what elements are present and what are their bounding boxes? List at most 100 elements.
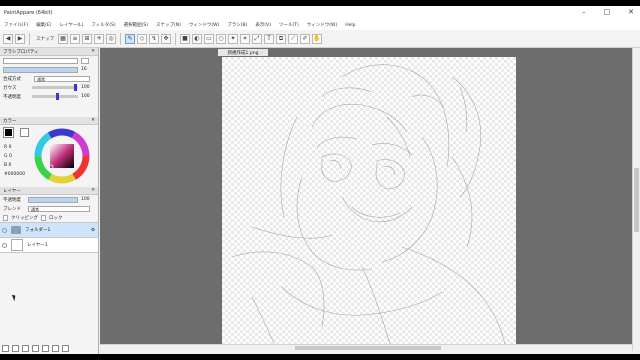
eye-icon[interactable]	[2, 242, 7, 248]
menu-filter[interactable]: フィルタ(S)	[91, 22, 115, 28]
divider	[29, 32, 30, 45]
blend-row: 合成方式 通常	[0, 74, 98, 83]
menu-tool[interactable]: ツール(T)	[279, 22, 299, 28]
brush-settings-icon[interactable]: ✐	[300, 33, 310, 44]
new-vector-layer-icon[interactable]	[12, 345, 19, 352]
fill-icon[interactable]: ■	[180, 33, 190, 44]
color-panel-header: カラー ✕	[0, 117, 98, 125]
color-wheel[interactable]	[34, 128, 90, 184]
drawing-canvas[interactable]	[222, 57, 516, 352]
new-layer-icon[interactable]	[2, 345, 9, 352]
clip-label: クリッピング	[11, 215, 38, 221]
horizontal-scroll-thumb[interactable]	[295, 346, 441, 350]
new-folder-icon[interactable]	[22, 345, 29, 352]
duplicate-layer-icon[interactable]	[52, 345, 59, 352]
menu-layer[interactable]: レイヤー(L)	[59, 22, 83, 28]
lock-label: ロック	[49, 215, 63, 221]
vertical-scroll-thumb[interactable]	[634, 168, 639, 232]
density-label: ガウス	[3, 85, 17, 91]
panel-close-icon[interactable]: ✕	[91, 188, 95, 193]
blend-select[interactable]: 通常	[34, 75, 90, 82]
menu-window[interactable]: ウィンドウ(W)	[189, 22, 219, 28]
vertical-scrollbar[interactable]	[632, 48, 640, 351]
hand-icon[interactable]: ✋	[312, 33, 322, 44]
maximize-button[interactable]: □	[604, 8, 611, 16]
select-rect-icon[interactable]: ▭	[204, 33, 214, 44]
wand-icon[interactable]: ✦	[228, 33, 238, 44]
layer-blend-select[interactable]: 通常	[28, 205, 90, 212]
snap-perspective-icon[interactable]: ⊞	[82, 33, 92, 44]
menu-window2[interactable]: ウィンドウ(W)	[307, 22, 337, 28]
eye-icon[interactable]	[2, 227, 7, 233]
merge-layer-icon[interactable]	[32, 345, 39, 352]
eraser-icon[interactable]: ◇	[137, 33, 147, 44]
snap-grid-icon[interactable]: ▦	[58, 33, 68, 44]
snap-radial-icon[interactable]: ✳	[94, 33, 104, 44]
opacity-slider[interactable]	[32, 93, 78, 100]
panel-close-icon[interactable]: ✕	[91, 49, 95, 54]
brush-size-value: 16	[81, 67, 87, 72]
layer-options-row: クリッピング ロック	[0, 213, 98, 222]
menu-view[interactable]: 表示(V)	[255, 22, 271, 28]
hex-value[interactable]: #000000	[4, 170, 25, 179]
gradient-icon[interactable]: ◐	[192, 33, 202, 44]
menu-edit[interactable]: 編集(E)	[36, 22, 51, 28]
panel-close-icon[interactable]: ✕	[91, 118, 95, 123]
close-button[interactable]: ✕	[628, 8, 634, 16]
window-controls: – □ ✕	[582, 8, 634, 16]
r-row: R 0	[4, 143, 25, 152]
layer-opacity-slider[interactable]	[28, 196, 78, 203]
snap-label: スナップ	[36, 36, 54, 42]
color-panel-title: カラー	[3, 118, 17, 124]
b-label: B	[4, 163, 8, 168]
brush-size-slider[interactable]	[3, 66, 78, 73]
snap-circle-icon[interactable]: ◎	[106, 33, 116, 44]
move-icon[interactable]: ✥	[161, 33, 171, 44]
title-bar: PaintAppare (64bit) – □ ✕	[0, 6, 640, 20]
undo-icon[interactable]: ◀	[3, 33, 13, 44]
transform-icon[interactable]: ⤢	[252, 33, 262, 44]
lock-checkbox[interactable]	[41, 214, 46, 221]
layer-item[interactable]: レイヤー1	[0, 238, 98, 253]
g-value: 0	[8, 154, 12, 159]
layer-list: フォルダー1 ⚙ レイヤー1	[0, 222, 98, 253]
frame-icon[interactable]: ⧉	[276, 33, 286, 44]
slider-knob[interactable]	[56, 93, 59, 100]
redo-icon[interactable]: ▶	[15, 33, 25, 44]
rgb-readouts: R 0 G 0 B 0 #000000	[4, 143, 25, 179]
clip-checkbox[interactable]	[3, 214, 8, 221]
layer-item[interactable]: フォルダー1 ⚙	[0, 223, 98, 238]
menu-help[interactable]: Help	[345, 23, 355, 28]
layer-panel-title: レイヤー	[3, 188, 21, 194]
lasso-icon[interactable]: ○	[216, 33, 226, 44]
menu-selection[interactable]: 選択範囲(S)	[124, 22, 148, 28]
layer-name: フォルダー1	[25, 228, 51, 233]
opacity-label: 不透明度	[3, 94, 21, 100]
document-tab[interactable]: 新規作成1.png	[218, 49, 268, 56]
menu-brush[interactable]: ブラシ(B)	[227, 22, 247, 28]
window-title: PaintAppare (64bit)	[4, 10, 53, 16]
density-slider[interactable]	[32, 84, 78, 91]
gear-icon[interactable]: ⚙	[91, 228, 95, 233]
smudge-icon[interactable]: ↯	[149, 33, 159, 44]
brush-swatch[interactable]	[81, 57, 89, 64]
layer-thumbnail	[11, 239, 23, 251]
horizontal-scrollbar[interactable]	[100, 344, 632, 351]
clear-layer-icon[interactable]	[42, 345, 49, 352]
menu-file[interactable]: ファイル(F)	[4, 22, 28, 28]
eyedropper-icon[interactable]: ⟋	[288, 33, 298, 44]
pen-icon[interactable]: ✎	[125, 33, 135, 44]
snap-line-icon[interactable]: ≡	[70, 33, 80, 44]
sketch-lines	[231, 64, 508, 352]
text-icon[interactable]: T	[264, 33, 274, 44]
b-row: B 0	[4, 161, 25, 170]
blend-label: 合成方式	[3, 76, 21, 82]
menu-snap[interactable]: スナップ(N)	[156, 22, 181, 28]
slider-knob[interactable]	[74, 84, 77, 91]
background-color[interactable]	[20, 128, 29, 137]
crop-icon[interactable]: ⌗	[240, 33, 250, 44]
foreground-color[interactable]	[3, 127, 14, 138]
brush-size-row: 16	[0, 65, 98, 74]
minimize-button[interactable]: –	[582, 8, 586, 16]
delete-layer-icon[interactable]	[62, 345, 69, 352]
